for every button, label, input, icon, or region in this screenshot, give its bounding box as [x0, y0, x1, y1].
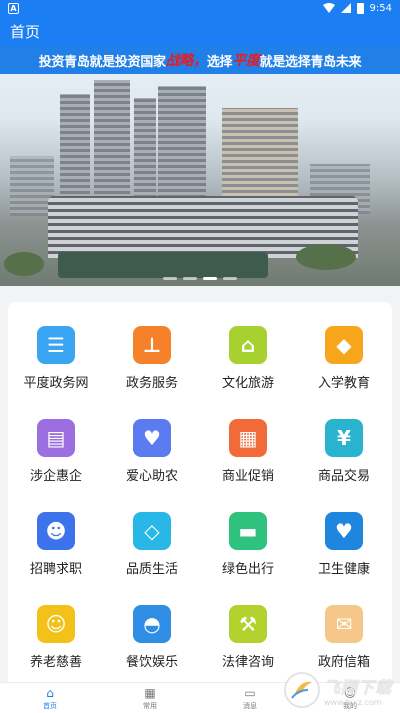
service-item[interactable]: ¥ 商品交易	[296, 419, 392, 512]
service-item[interactable]: ▬ 绿色出行	[200, 512, 296, 605]
slogan-part: 选择	[206, 54, 233, 70]
tab-home[interactable]: ⌂ 首页	[0, 683, 100, 713]
status-time: 9:54	[369, 2, 392, 14]
banner-trees	[296, 244, 356, 270]
battery-icon	[356, 2, 364, 14]
banner-slogan: 投资青岛就是投资国家 战略， 选择 平度 就是选择青岛未来	[0, 46, 400, 74]
food-cloche-icon: ◓	[133, 605, 171, 643]
service-item[interactable]: ⌂ 文化旅游	[200, 326, 296, 419]
service-item-label: 政府信箱	[317, 655, 370, 670]
slogan-part: 就是选择青岛未来	[259, 54, 362, 70]
service-item-label: 入学教育	[317, 376, 370, 391]
service-item[interactable]: ♥ 爱心助农	[104, 419, 200, 512]
heart-pulse-icon: ♥	[325, 512, 363, 550]
service-item-label: 涉企惠企	[29, 469, 82, 484]
service-grid: ☰ 平度政务网 ⊥ 政务服务 ⌂ 文化旅游 ◆ 入学教育 ▤ 涉企惠企 ♥ 爱心助农 ▦ 商业促销 ¥ 商品交…	[8, 326, 392, 698]
service-item-label: 平度政务网	[23, 376, 89, 391]
service-item-label: 法律咨询	[221, 655, 274, 670]
person-icon: ☻	[37, 512, 75, 550]
service-item-label: 养老慈善	[29, 655, 82, 670]
service-item-label: 餐饮娱乐	[125, 655, 178, 670]
graduation-cap-icon: ◆	[325, 326, 363, 364]
apps-icon: ▦	[144, 685, 156, 700]
car-icon: ▬	[229, 512, 267, 550]
tab-label: 首页	[43, 701, 57, 710]
service-item-label: 品质生活	[125, 562, 178, 577]
app-header: 首页	[0, 16, 400, 46]
stamp-icon: ⊥	[133, 326, 171, 364]
wifi-icon	[322, 3, 335, 13]
service-item-label: 爱心助农	[125, 469, 178, 484]
watermark-url: www.fxxz.com	[324, 697, 382, 707]
status-bar: A 9:54	[0, 0, 400, 16]
building-icon: ▦	[229, 419, 267, 457]
watermark-logo-icon	[284, 672, 320, 708]
slogan-part: 投资青岛就是投资国家	[38, 54, 166, 70]
tab-apps[interactable]: ▦ 常用	[100, 683, 200, 713]
banner-carousel[interactable]: 投资青岛就是投资国家 战略， 选择 平度 就是选择青岛未来	[0, 46, 400, 286]
service-item[interactable]: ♥ 卫生健康	[296, 512, 392, 605]
yen-book-icon: ¥	[325, 419, 363, 457]
watermark-title: 飞翔下载	[324, 677, 393, 697]
clipboard-icon: ☰	[37, 326, 75, 364]
slogan-highlight: 战略，	[165, 53, 207, 69]
banner-pond	[58, 252, 268, 278]
service-item-label: 绿色出行	[221, 562, 274, 577]
carousel-dot[interactable]	[183, 277, 197, 280]
heart-hand-icon: ♥	[133, 419, 171, 457]
tab-label: 常用	[143, 701, 157, 710]
service-item-label: 卫生健康	[317, 562, 370, 577]
app-notification-icon: A	[8, 2, 19, 14]
service-item[interactable]: ⊥ 政务服务	[104, 326, 200, 419]
document-icon: ▤	[37, 419, 75, 457]
banner-trees	[4, 252, 44, 276]
service-item-label: 招聘求职	[29, 562, 82, 577]
mailbox-icon: ✉	[325, 605, 363, 643]
watermark: 飞翔下载 www.fxxz.com	[284, 670, 400, 710]
message-icon: ▭	[244, 685, 256, 700]
service-item[interactable]: ▤ 涉企惠企	[8, 419, 104, 512]
carousel-dot[interactable]	[223, 277, 237, 280]
carousel-dot[interactable]	[203, 277, 217, 280]
home-icon: ⌂	[46, 685, 54, 700]
slogan-highlight: 平度	[232, 53, 260, 69]
service-item[interactable]: ◇ 品质生活	[104, 512, 200, 605]
service-card: ☰ 平度政务网 ⊥ 政务服务 ⌂ 文化旅游 ◆ 入学教育 ▤ 涉企惠企 ♥ 爱心助农 ▦ 商业促销 ¥ 商品交…	[8, 302, 392, 692]
service-item-label: 商业促销	[221, 469, 274, 484]
service-item[interactable]: ☻ 招聘求职	[8, 512, 104, 605]
tab-label: 消息	[243, 701, 257, 710]
service-item[interactable]: ◆ 入学教育	[296, 326, 392, 419]
signal-icon	[340, 3, 351, 13]
gavel-icon: ⚒	[229, 605, 267, 643]
service-item-label: 政务服务	[125, 376, 178, 391]
service-item-label: 文化旅游	[221, 376, 274, 391]
carousel-indicator[interactable]	[0, 277, 400, 280]
elder-icon: ☺	[37, 605, 75, 643]
service-item[interactable]: ▦ 商业促销	[200, 419, 296, 512]
beach-chair-icon: ⌂	[229, 326, 267, 364]
service-item[interactable]: ☰ 平度政务网	[8, 326, 104, 419]
page-title: 首页	[10, 22, 41, 41]
diamond-icon: ◇	[133, 512, 171, 550]
carousel-dot[interactable]	[163, 277, 177, 280]
service-item-label: 商品交易	[317, 469, 370, 484]
